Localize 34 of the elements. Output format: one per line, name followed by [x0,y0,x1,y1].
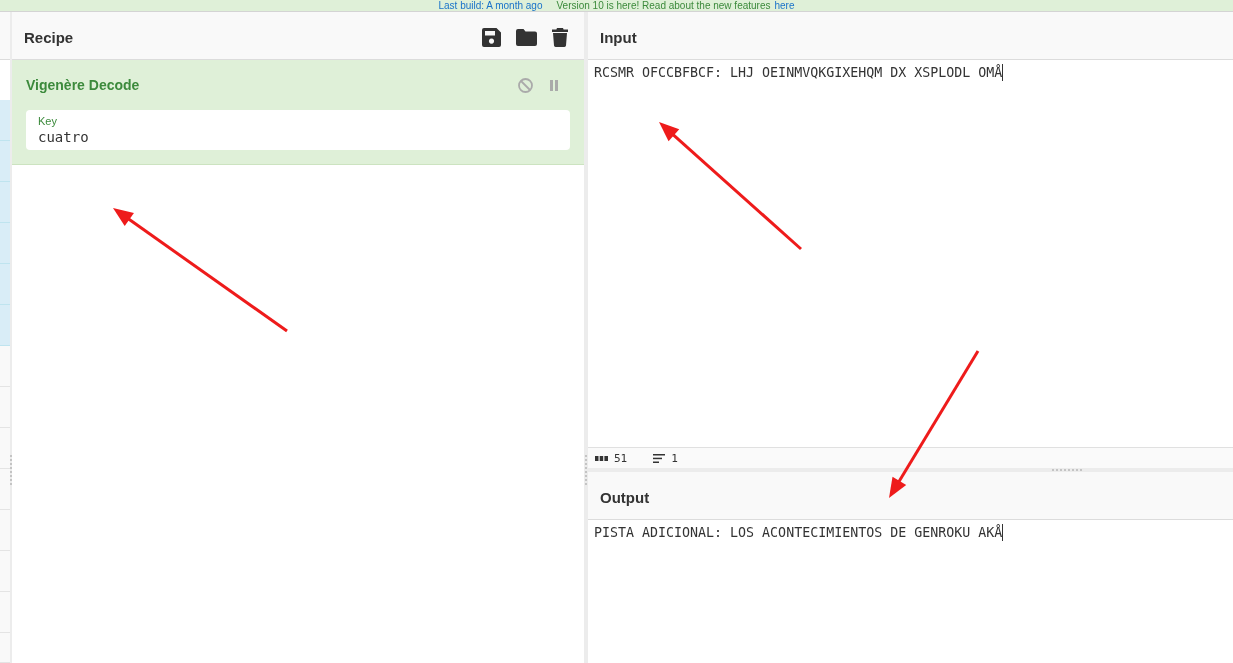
panel-title: Recipe [24,29,74,46]
save-icon[interactable] [482,28,501,47]
character-count: 51 [614,451,628,465]
text-length-icon [595,455,608,461]
features-link[interactable]: here [774,0,795,11]
banner-message: Version 10 is here! Read about the new features [556,0,771,11]
disable-icon[interactable] [518,77,533,93]
input-text: RCSMR OFCCBFBCF: LHJ OEINMVQKGIXEHQM DX XSPLODL OMÅ [594,64,1003,82]
field-label: Key [38,114,58,128]
resize-handle[interactable] [585,455,587,485]
cursor-icon [1002,64,1004,81]
operation-row[interactable] [0,428,10,469]
panel-title: Output [600,489,650,506]
operation-row[interactable] [0,100,10,141]
resize-handle[interactable] [10,455,12,485]
operation-row[interactable] [0,469,10,510]
pause-icon[interactable] [550,79,558,91]
operation-title: Vigenère Decode [26,77,140,93]
operation-row[interactable] [0,305,10,346]
operation-row[interactable] [0,346,10,387]
lines-icon [653,453,666,463]
key-field[interactable]: Key cuatro [26,110,570,150]
output-text: PISTA ADICIONAL: LOS ACONTECIMIENTOS DE GENROKU AKÅ [594,524,1003,542]
line-count: 1 [671,451,678,465]
operation-row[interactable] [0,141,10,182]
operation-row[interactable] [0,223,10,264]
folder-icon[interactable] [516,29,537,46]
cursor-icon [1002,524,1004,541]
resize-handle[interactable] [1052,469,1082,471]
operation-row[interactable] [0,182,10,223]
operation-row[interactable] [0,264,10,305]
panel-title: Input [600,29,637,46]
build-link[interactable]: Last build: A month ago [438,0,543,11]
trash-icon[interactable] [552,28,568,47]
